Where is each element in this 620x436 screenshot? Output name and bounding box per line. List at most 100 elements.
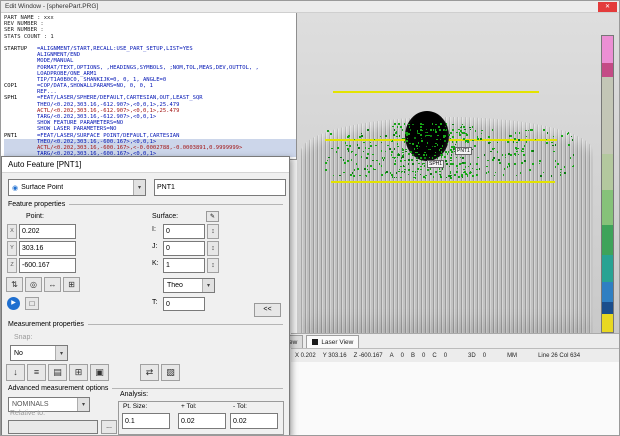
dialog-titlebar[interactable]: Auto Feature [PNT1] (2, 157, 289, 173)
feature-type-select[interactable]: ◉ Surface Point ▾ (8, 179, 146, 196)
x-field[interactable] (19, 224, 76, 239)
status-segment: MM (507, 353, 517, 359)
vector-target-button[interactable]: ◎ (25, 277, 42, 292)
snap-select[interactable]: No ▾ (10, 345, 68, 361)
laser-swap-button[interactable]: ⇄ (140, 364, 159, 381)
surface-point-icon: ◉ (12, 184, 18, 192)
analysis-label: Analysis: (120, 391, 148, 398)
status-segment: Y 303.16 (323, 353, 347, 359)
bounding-box-button[interactable]: □ (25, 297, 39, 310)
app-window: Edit Window - [spherePart.PRG] ✕ SPH1 PN… (0, 0, 620, 436)
window-title: Edit Window - [spherePart.PRG] (5, 3, 98, 10)
status-segment: 0 (422, 353, 425, 359)
scan-lines-button[interactable]: ≡ (27, 364, 46, 381)
pt-size-field[interactable] (122, 413, 170, 429)
status-segment: X 0.202 (295, 353, 316, 359)
laser-view-icon (312, 339, 318, 345)
analysis-box: Pt. Size: + Tol: - Tol: (118, 401, 284, 435)
status-segment: Z -600.167 (354, 353, 383, 359)
section-measurement-properties: Measurement properties (8, 321, 283, 328)
status-segment: A (390, 353, 394, 359)
minus-tol-label: - Tol: (233, 403, 247, 410)
color-scale (601, 35, 614, 333)
chevron-down-icon[interactable]: ▾ (77, 398, 89, 411)
k-field[interactable] (163, 258, 205, 273)
t-label: T: (152, 299, 157, 306)
relative-to-label: Relative to: (10, 410, 45, 417)
z-field[interactable] (19, 258, 76, 273)
z-axis-button[interactable]: Z (7, 258, 17, 273)
scan-region-button[interactable]: ▣ (90, 364, 109, 381)
feature-type-value: Surface Point (21, 184, 63, 191)
y-field[interactable] (19, 241, 76, 256)
theo-value: Theo (167, 282, 183, 289)
graphics-view[interactable]: SPH1 PNT1 (297, 13, 620, 333)
section-advanced-options-label: Advanced measurement options (8, 385, 108, 392)
flip-vector-button[interactable]: ⇅ (6, 277, 23, 292)
color-scale-segment (602, 302, 613, 314)
color-scale-segment (602, 190, 613, 226)
plus-tol-field[interactable] (178, 413, 226, 429)
scan-grid-button[interactable]: ▤ (48, 364, 67, 381)
feature-name-input[interactable] (154, 179, 286, 196)
i-label: I: (152, 226, 156, 233)
scan-down-button[interactable]: ↓ (6, 364, 25, 381)
tab-graphics-view-label: ew (289, 339, 297, 346)
status-bar: X 0.202Y 303.16Z -600.167A0B0C03D0MMLine… (291, 348, 620, 362)
measure-toggle-button[interactable]: ▶ (7, 297, 20, 310)
j-field[interactable] (163, 241, 205, 256)
feature-label-sph1: SPH1 (427, 160, 444, 168)
scan-points (325, 121, 573, 185)
meas-toolbar: ↓≡▤⊞▣ (6, 364, 109, 381)
color-scale-segment (602, 63, 613, 78)
x-axis-button[interactable]: X (7, 224, 17, 239)
j-spinner[interactable]: ↕ (207, 241, 219, 256)
scan-line-top (333, 91, 539, 93)
code-lines: PART NAME : xxxREV NUMBER : SER NUMBER :… (4, 15, 296, 157)
surface-label: Surface: (152, 213, 178, 220)
edit-window[interactable]: PART NAME : xxxREV NUMBER : SER NUMBER :… (1, 13, 297, 160)
tab-laser-view-label: Laser View (321, 339, 353, 346)
scan-patch-button[interactable]: ⊞ (69, 364, 88, 381)
main-titlebar: Edit Window - [spherePart.PRG] ✕ (1, 1, 619, 13)
browse-button[interactable]: ... (101, 420, 117, 434)
dialog-title: Auto Feature [PNT1] (8, 160, 81, 169)
color-scale-segment (602, 255, 613, 282)
grid-snap-button[interactable]: ⊞ (63, 277, 80, 292)
chevron-down-icon[interactable]: ▾ (202, 279, 214, 292)
status-segment: B (411, 353, 415, 359)
minus-tol-field[interactable] (230, 413, 278, 429)
swap-axes-button[interactable]: ↔ (44, 277, 61, 292)
k-spinner[interactable]: ↕ (207, 258, 219, 273)
status-segment: 0 (401, 353, 404, 359)
color-scale-segment (602, 77, 613, 154)
window-close-button[interactable]: ✕ (598, 2, 617, 12)
status-segment: C (432, 353, 436, 359)
color-scale-segment (602, 225, 613, 255)
i-spinner[interactable]: ↕ (207, 224, 219, 239)
color-scale-segment (602, 314, 613, 332)
edit-icon[interactable]: ✎ (206, 211, 219, 222)
collapse-button[interactable]: << (254, 303, 281, 317)
relative-to-field[interactable] (8, 420, 98, 434)
k-label: K: (152, 260, 159, 267)
view-tab-bar: ew Laser View (291, 333, 620, 348)
snap-value: No (14, 350, 23, 357)
meas-toolbar-extra: ⇄▨ (140, 364, 180, 381)
tab-laser-view[interactable]: Laser View (306, 335, 359, 348)
pt-size-label: Pt. Size: (123, 403, 147, 410)
color-scale-segment (602, 36, 613, 63)
laser-mask-button[interactable]: ▨ (161, 364, 180, 381)
snap-label: Snap: (14, 334, 32, 341)
status-segment: 0 (444, 353, 447, 359)
y-axis-button[interactable]: Y (7, 241, 17, 256)
background-area (291, 362, 620, 436)
plus-tol-label: + Tol: (181, 403, 197, 410)
chevron-down-icon[interactable]: ▾ (55, 346, 67, 360)
nominals-value: NOMINALS (12, 401, 49, 408)
theo-select[interactable]: Theo ▾ (163, 278, 215, 293)
i-field[interactable] (163, 224, 205, 239)
color-scale-segment (602, 154, 613, 190)
t-field[interactable] (163, 297, 205, 311)
chevron-down-icon[interactable]: ▾ (133, 180, 145, 195)
